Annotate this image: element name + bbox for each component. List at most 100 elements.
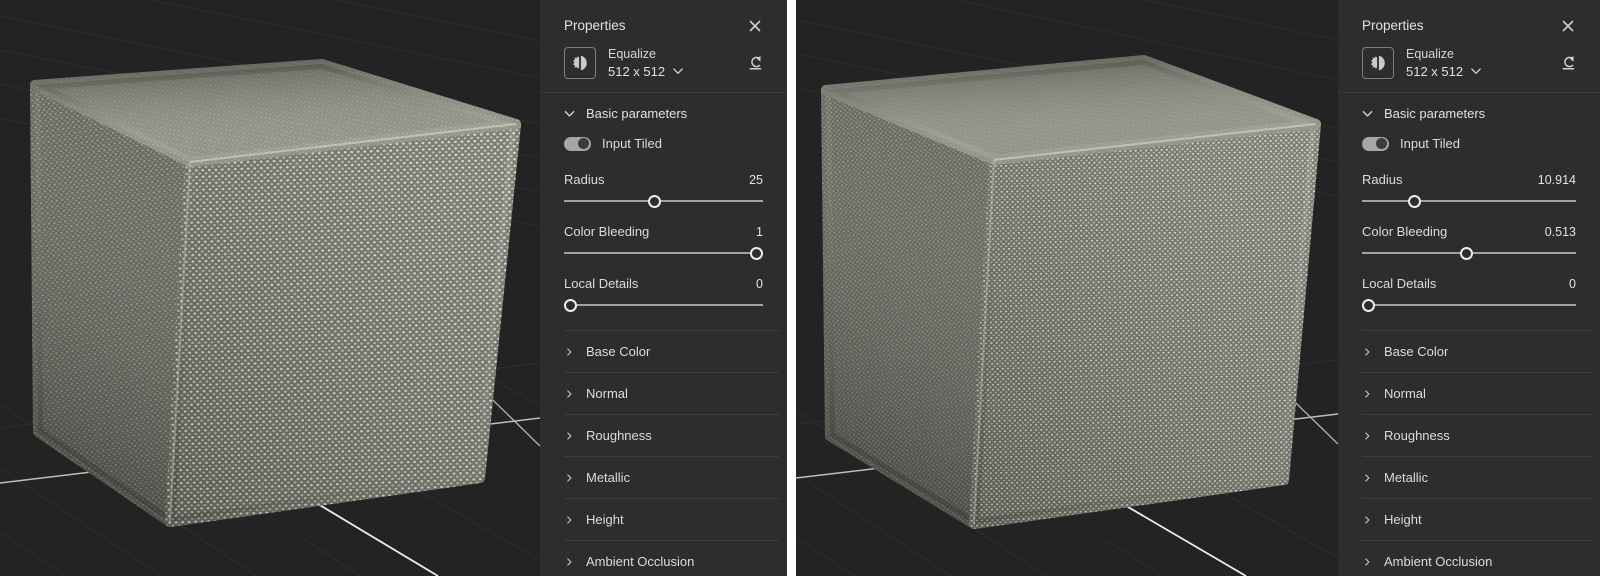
section-label: Height bbox=[586, 512, 624, 527]
slider-track[interactable] bbox=[1362, 298, 1576, 312]
slider-label: Radius bbox=[564, 172, 604, 187]
section-height[interactable]: Height bbox=[1338, 499, 1600, 540]
slider-radius: Radius 25 bbox=[540, 164, 787, 216]
section-roughness[interactable]: Roughness bbox=[1338, 415, 1600, 456]
slider-handle[interactable] bbox=[648, 195, 661, 208]
chevron-right-icon bbox=[564, 558, 575, 566]
chevron-down-icon bbox=[673, 68, 683, 75]
reset-icon[interactable] bbox=[1560, 55, 1576, 71]
section-normal[interactable]: Normal bbox=[540, 373, 787, 414]
slider-track[interactable] bbox=[564, 246, 763, 260]
section-roughness[interactable]: Roughness bbox=[540, 415, 787, 456]
filter-size-dropdown[interactable]: 512 x 512 bbox=[608, 64, 683, 79]
section-metallic[interactable]: Metallic bbox=[1338, 457, 1600, 498]
slider-color-bleeding: Color Bleeding 0.513 bbox=[1338, 216, 1600, 268]
slider-label: Radius bbox=[1362, 172, 1402, 187]
section-ambient-occlusion[interactable]: Ambient Occlusion bbox=[540, 541, 787, 576]
chevron-down-icon bbox=[1362, 110, 1373, 118]
slider-local-details: Local Details 0 bbox=[540, 268, 787, 320]
slider-handle[interactable] bbox=[1460, 247, 1473, 260]
toggle-knob bbox=[578, 138, 589, 149]
section-label: Metallic bbox=[1384, 470, 1428, 485]
section-base-color[interactable]: Base Color bbox=[540, 331, 787, 372]
slider-label: Color Bleeding bbox=[564, 224, 649, 239]
section-ambient-occlusion[interactable]: Ambient Occlusion bbox=[1338, 541, 1600, 576]
input-tiled-row[interactable]: Input Tiled bbox=[1338, 131, 1600, 164]
slider-track[interactable] bbox=[1362, 246, 1576, 260]
close-icon[interactable] bbox=[1562, 20, 1574, 32]
slider-value: 0.513 bbox=[1545, 225, 1576, 239]
filter-row: Equalize 512 x 512 bbox=[540, 33, 787, 92]
section-normal[interactable]: Normal bbox=[1338, 373, 1600, 414]
chevron-right-icon bbox=[564, 390, 575, 398]
slider-track-line bbox=[564, 200, 763, 202]
section-basic-parameters[interactable]: Basic parameters bbox=[540, 93, 787, 131]
chevron-right-icon bbox=[1362, 390, 1373, 398]
properties-panel-left: Properties Equalize 512 x 512 bbox=[540, 0, 787, 576]
section-base-color[interactable]: Base Color bbox=[1338, 331, 1600, 372]
section-basic-parameters[interactable]: Basic parameters bbox=[1338, 93, 1600, 131]
slider-track[interactable] bbox=[564, 194, 763, 208]
slider-label: Color Bleeding bbox=[1362, 224, 1447, 239]
slider-handle[interactable] bbox=[1362, 299, 1375, 312]
filter-name: Equalize bbox=[608, 47, 683, 61]
section-label: Metallic bbox=[586, 470, 630, 485]
input-tiled-toggle[interactable] bbox=[564, 137, 591, 151]
chevron-right-icon bbox=[1362, 558, 1373, 566]
section-label: Basic parameters bbox=[586, 106, 687, 121]
material-preview-cube-right bbox=[796, 0, 1338, 576]
section-label: Normal bbox=[586, 386, 628, 401]
slider-color-bleeding: Color Bleeding 1 bbox=[540, 216, 787, 268]
section-label: Base Color bbox=[586, 344, 650, 359]
slider-track-line bbox=[1362, 200, 1576, 202]
reset-icon[interactable] bbox=[747, 55, 763, 71]
chevron-right-icon bbox=[564, 348, 575, 356]
slider-value: 0 bbox=[756, 277, 763, 291]
close-icon[interactable] bbox=[749, 20, 761, 32]
slider-track[interactable] bbox=[1362, 194, 1576, 208]
equalize-filter-icon bbox=[564, 47, 596, 79]
panel-title: Properties bbox=[1362, 18, 1424, 33]
toggle-label: Input Tiled bbox=[1400, 136, 1460, 151]
slider-track-line bbox=[564, 252, 763, 254]
slider-handle[interactable] bbox=[750, 247, 763, 260]
input-tiled-toggle[interactable] bbox=[1362, 137, 1389, 151]
section-label: Roughness bbox=[586, 428, 652, 443]
slider-value: 25 bbox=[749, 173, 763, 187]
filter-text: Equalize 512 x 512 bbox=[1406, 47, 1481, 79]
material-preview-cube-left bbox=[0, 0, 540, 576]
chevron-right-icon bbox=[1362, 474, 1373, 482]
toggle-label: Input Tiled bbox=[602, 136, 662, 151]
chevron-right-icon bbox=[564, 516, 575, 524]
section-label: Height bbox=[1384, 512, 1422, 527]
split-divider[interactable] bbox=[787, 0, 796, 576]
section-label: Normal bbox=[1384, 386, 1426, 401]
filter-text: Equalize 512 x 512 bbox=[608, 47, 683, 79]
slider-track[interactable] bbox=[564, 298, 763, 312]
toggle-knob bbox=[1376, 138, 1387, 149]
viewport-3d-right[interactable] bbox=[796, 0, 1338, 576]
section-metallic[interactable]: Metallic bbox=[540, 457, 787, 498]
chevron-right-icon bbox=[564, 432, 575, 440]
slider-radius: Radius 10.914 bbox=[1338, 164, 1600, 216]
slider-label: Local Details bbox=[1362, 276, 1436, 291]
chevron-right-icon bbox=[1362, 432, 1373, 440]
section-height[interactable]: Height bbox=[540, 499, 787, 540]
section-label: Roughness bbox=[1384, 428, 1450, 443]
input-tiled-row[interactable]: Input Tiled bbox=[540, 131, 787, 164]
slider-value: 10.914 bbox=[1538, 173, 1576, 187]
panel-header: Properties bbox=[1338, 0, 1600, 33]
chevron-right-icon bbox=[1362, 348, 1373, 356]
viewport-3d-left[interactable] bbox=[0, 0, 540, 576]
section-label: Base Color bbox=[1384, 344, 1448, 359]
chevron-down-icon bbox=[564, 110, 575, 118]
filter-name: Equalize bbox=[1406, 47, 1481, 61]
filter-row: Equalize 512 x 512 bbox=[1338, 33, 1600, 92]
properties-panel-right: Properties Equalize 512 x 512 bbox=[1338, 0, 1600, 576]
chevron-right-icon bbox=[564, 474, 575, 482]
filter-size-value: 512 x 512 bbox=[608, 64, 665, 79]
slider-handle[interactable] bbox=[1408, 195, 1421, 208]
equalize-filter-icon bbox=[1362, 47, 1394, 79]
slider-handle[interactable] bbox=[564, 299, 577, 312]
filter-size-dropdown[interactable]: 512 x 512 bbox=[1406, 64, 1481, 79]
